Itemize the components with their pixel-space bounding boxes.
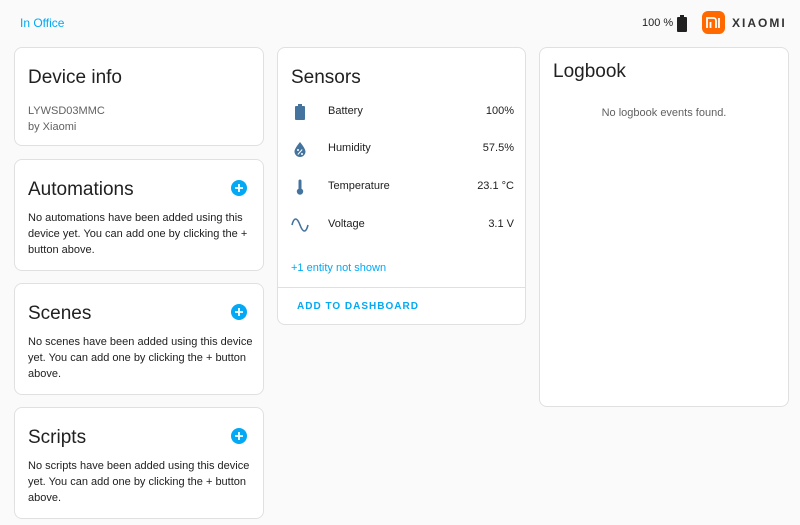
sensor-name: Humidity	[328, 142, 371, 154]
hidden-entities-link[interactable]: +1 entity not shown	[291, 262, 386, 274]
sensors-title: Sensors	[291, 67, 361, 88]
card-divider	[278, 287, 525, 288]
automations-card: Automations No automations have been add…	[14, 159, 264, 271]
sine-wave-icon	[291, 216, 309, 234]
logbook-empty-message: No logbook events found.	[601, 107, 727, 119]
sensor-row-voltage[interactable]: Voltage 3.1 V	[278, 210, 525, 240]
logbook-title: Logbook	[553, 61, 626, 82]
sensor-name: Temperature	[328, 180, 390, 192]
add-automation-icon[interactable]	[231, 180, 247, 196]
brand: XIAOMI	[702, 11, 787, 34]
sensor-value: 100%	[485, 105, 514, 117]
area-link[interactable]: In Office	[20, 16, 64, 30]
automations-empty-text: No automations have been added using thi…	[28, 212, 248, 256]
battery-icon	[291, 103, 309, 121]
add-script-icon[interactable]	[231, 428, 247, 444]
water-percent-icon	[291, 140, 309, 158]
device-manufacturer: by Xiaomi	[28, 121, 77, 133]
add-scene-icon[interactable]	[231, 304, 247, 320]
sensors-card: Sensors Battery 100% Humidity 57.5% Temp…	[277, 47, 526, 325]
logbook-card: Logbook No logbook events found.	[539, 47, 789, 407]
battery-level-text: 100 %	[642, 17, 674, 29]
scripts-card: Scripts No scripts have been added using…	[14, 407, 264, 519]
top-bar: In Office 100 % XIAOMI	[0, 0, 800, 44]
sensor-name: Voltage	[328, 218, 365, 230]
device-model: LYWSD03MMC	[28, 105, 105, 117]
sensor-value: 23.1 °C	[477, 180, 514, 192]
xiaomi-logo	[702, 11, 725, 34]
sensor-row-temperature[interactable]: Temperature 23.1 °C	[278, 172, 525, 202]
battery-icon	[677, 14, 688, 32]
sensor-value: 3.1 V	[488, 218, 514, 230]
device-info-card: Device info LYWSD03MMC by Xiaomi	[14, 47, 264, 146]
scenes-card: Scenes No scenes have been added using t…	[14, 283, 264, 395]
sensor-name: Battery	[328, 105, 363, 117]
automations-title: Automations	[28, 179, 134, 200]
sensor-row-humidity[interactable]: Humidity 57.5%	[278, 134, 525, 164]
device-info-title: Device info	[28, 67, 122, 88]
scenes-title: Scenes	[28, 303, 92, 324]
add-to-dashboard-button[interactable]: ADD TO DASHBOARD	[297, 301, 419, 312]
brand-name: XIAOMI	[732, 15, 787, 30]
sensor-value: 57.5%	[482, 142, 514, 154]
sensor-row-battery[interactable]: Battery 100%	[278, 97, 525, 127]
scripts-empty-text: No scripts have been added using this de…	[28, 460, 250, 504]
scripts-title: Scripts	[28, 427, 87, 448]
device-battery-status: 100 %	[642, 14, 688, 32]
thermometer-icon	[291, 178, 309, 196]
scenes-empty-text: No scenes have been added using this dev…	[28, 336, 253, 380]
